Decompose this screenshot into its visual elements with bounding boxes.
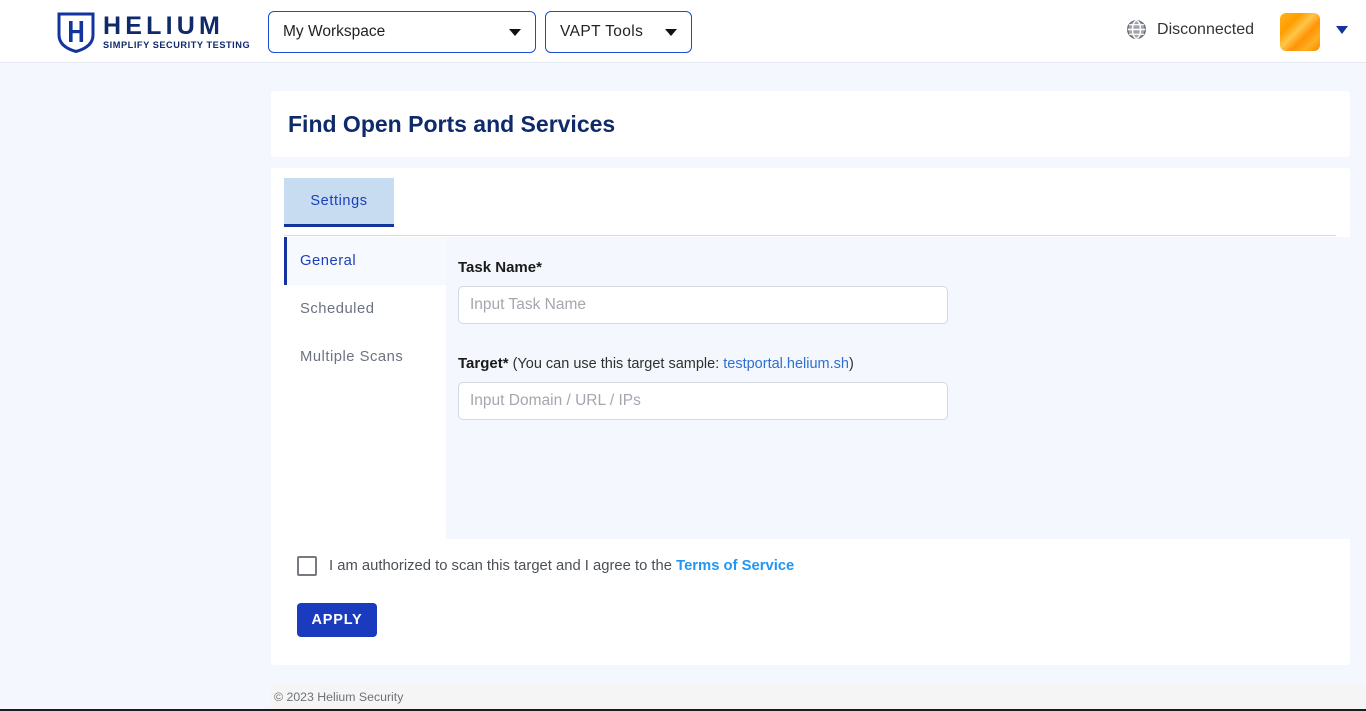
workspace-dropdown-value: My Workspace xyxy=(283,23,386,40)
brand-tagline: SIMPLIFY SECURITY TESTING xyxy=(103,40,251,51)
settings-side-nav: General Scheduled Multiple Scans xyxy=(284,237,446,539)
globe-icon xyxy=(1126,19,1147,40)
vapt-tools-dropdown-value: VAPT Tools xyxy=(560,23,644,40)
footer: © 2023 Helium Security xyxy=(271,684,1366,709)
target-label: Target* (You can use this target sample:… xyxy=(458,355,1350,372)
avatar[interactable] xyxy=(1280,13,1320,51)
chevron-down-icon xyxy=(665,28,677,36)
task-name-input[interactable] xyxy=(458,286,948,324)
footer-copyright: © 2023 Helium Security xyxy=(274,690,404,704)
page-title-card: Find Open Ports and Services xyxy=(271,91,1350,157)
consent-label: I am authorized to scan this target and … xyxy=(329,558,794,574)
target-field-group: Target* (You can use this target sample:… xyxy=(458,355,1350,420)
chevron-down-icon[interactable] xyxy=(1336,26,1348,34)
settings-panel: General Scheduled Multiple Scans Task Na… xyxy=(284,237,1350,539)
target-hint: (You can use this target sample: testpor… xyxy=(509,356,854,372)
workspace-dropdown[interactable]: My Workspace xyxy=(268,11,536,53)
settings-card: Settings General Scheduled Multiple Scan… xyxy=(271,168,1350,665)
target-sample-link[interactable]: testportal.helium.sh xyxy=(723,356,849,372)
apply-button[interactable]: APPLY xyxy=(297,603,377,637)
connection-status-label: Disconnected xyxy=(1157,20,1254,38)
task-name-field-group: Task Name* xyxy=(458,259,1350,324)
consent-text: I am authorized to scan this target and … xyxy=(329,558,677,574)
sidebar-item-general[interactable]: General xyxy=(284,237,446,285)
target-hint-suffix: ) xyxy=(848,356,854,372)
target-hint-prefix: (You can use this target sample: xyxy=(508,356,724,372)
vapt-tools-dropdown[interactable]: VAPT Tools xyxy=(545,11,692,53)
shield-h-icon xyxy=(56,11,96,53)
authorization-checkbox[interactable] xyxy=(297,556,317,576)
tab-bar: Settings xyxy=(284,178,1336,236)
brand-logo[interactable]: HELIUM SIMPLIFY SECURITY TESTING xyxy=(56,11,250,53)
sidebar-item-multiple-scans[interactable]: Multiple Scans xyxy=(284,333,446,381)
consent-row: I am authorized to scan this target and … xyxy=(297,556,794,576)
task-name-label: Task Name* xyxy=(458,259,542,276)
top-navigation-bar: HELIUM SIMPLIFY SECURITY TESTING My Work… xyxy=(0,0,1366,63)
tab-settings[interactable]: Settings xyxy=(284,178,394,227)
terms-of-service-link[interactable]: Terms of Service xyxy=(676,558,794,574)
target-label-text: Target* xyxy=(458,355,509,372)
brand-name: HELIUM xyxy=(103,11,225,40)
page-title: Find Open Ports and Services xyxy=(288,111,616,137)
general-settings-form: Task Name* Target* (You can use this tar… xyxy=(446,237,1350,539)
chevron-down-icon xyxy=(509,28,521,36)
sidebar-item-scheduled[interactable]: Scheduled xyxy=(284,285,446,333)
connection-status[interactable]: Disconnected xyxy=(1126,19,1254,40)
target-input[interactable] xyxy=(458,382,948,420)
